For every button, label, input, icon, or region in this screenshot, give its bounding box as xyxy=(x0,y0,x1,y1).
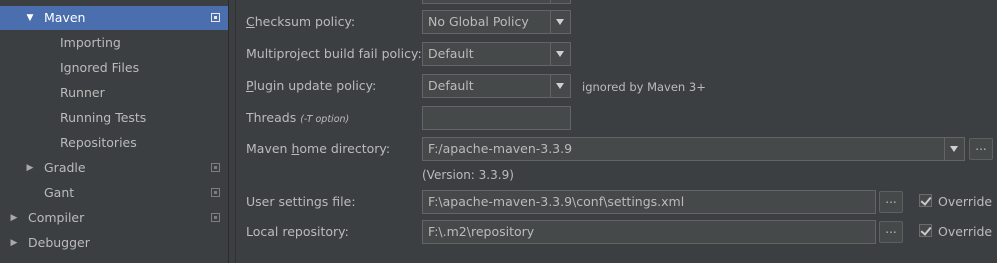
user-settings-label: User settings file: xyxy=(246,194,356,209)
plugin-update-note: ignored by Maven 3+ xyxy=(582,80,706,94)
user-settings-value: F:\apache-maven-3.3.9\conf\settings.xml xyxy=(428,194,685,209)
maven-home-label: Maven home directory: xyxy=(246,141,391,156)
maven-version-text: (Version: 3.3.9) xyxy=(422,168,514,182)
dropdown-arrow-icon[interactable] xyxy=(550,0,570,3)
tree-item-label: Gant xyxy=(44,185,75,200)
tree-item-debugger[interactable]: ▶ Debugger xyxy=(0,231,228,255)
plugin-update-policy-select[interactable]: Default xyxy=(422,74,571,98)
tree-item-label: Ignored Files xyxy=(60,60,140,75)
maven-home-browse-button[interactable]: ... xyxy=(969,138,993,160)
tree-item-label: Compiler xyxy=(28,210,85,225)
multiproject-policy-label: Multiproject build fail policy: xyxy=(246,46,422,61)
tree-item-compiler[interactable]: ▶ Compiler xyxy=(0,206,228,230)
project-level-icon xyxy=(211,163,220,172)
local-repository-label: Local repository: xyxy=(246,224,349,239)
local-repository-override-label[interactable]: Override xyxy=(938,224,992,239)
dropdown-arrow-icon[interactable] xyxy=(550,11,570,33)
tree-item-label: Running Tests xyxy=(60,110,147,125)
tree-item-runner[interactable]: Runner xyxy=(0,81,228,105)
tree-item-label: Gradle xyxy=(44,160,86,175)
multiproject-policy-value: Default xyxy=(428,46,474,61)
maven-home-value: F:/apache-maven-3.3.9 xyxy=(428,141,573,156)
threads-hint: (-T option) xyxy=(300,114,350,125)
expanded-arrow-icon[interactable]: ▼ xyxy=(24,6,36,30)
project-level-icon xyxy=(211,13,220,22)
threads-label: Threads (-T option) xyxy=(246,110,350,125)
user-settings-override-checkbox[interactable] xyxy=(919,194,932,207)
maven-settings-panel: Checksum policy: No Global Policy Multip… xyxy=(236,0,997,263)
tree-item-label: Repositories xyxy=(60,135,137,150)
user-settings-browse-button[interactable]: ... xyxy=(879,191,903,213)
collapsed-arrow-icon[interactable]: ▶ xyxy=(24,156,36,180)
checksum-policy-value: No Global Policy xyxy=(428,14,529,29)
collapsed-arrow-icon[interactable]: ▶ xyxy=(8,231,20,255)
plugin-update-policy-value: Default xyxy=(428,78,474,93)
tree-item-label: Importing xyxy=(60,35,121,50)
tree-item-gant[interactable]: Gant xyxy=(0,181,228,205)
project-level-icon xyxy=(211,188,220,197)
user-settings-override-label[interactable]: Override xyxy=(938,194,992,209)
dropdown-arrow-icon[interactable] xyxy=(944,138,964,160)
threads-input[interactable] xyxy=(422,106,571,130)
multiproject-policy-select[interactable]: Default xyxy=(422,42,571,66)
local-repository-override-checkbox[interactable] xyxy=(919,224,932,237)
dropdown-arrow-icon[interactable] xyxy=(550,43,570,65)
tree-item-maven[interactable]: ▼ Maven xyxy=(0,6,228,30)
clipped-combo[interactable] xyxy=(422,0,571,4)
settings-tree: ▼ Maven Importing Ignored Files Runner R… xyxy=(0,0,228,263)
tree-item-label: Maven xyxy=(44,10,86,25)
dropdown-arrow-icon[interactable] xyxy=(550,75,570,97)
local-repository-value: F:\.m2\repository xyxy=(428,224,535,239)
checksum-policy-select[interactable]: No Global Policy xyxy=(422,10,571,34)
local-repository-input[interactable]: F:\.m2\repository xyxy=(422,220,876,244)
tree-item-gradle[interactable]: ▶ Gradle xyxy=(0,156,228,180)
tree-item-repositories[interactable]: Repositories xyxy=(0,131,228,155)
tree-item-importing[interactable]: Importing xyxy=(0,31,228,55)
tree-item-running-tests[interactable]: Running Tests xyxy=(0,106,228,130)
project-level-icon xyxy=(211,213,220,222)
maven-home-combo[interactable]: F:/apache-maven-3.3.9 xyxy=(422,137,965,161)
local-repository-browse-button[interactable]: ... xyxy=(879,221,903,243)
plugin-update-policy-label: Plugin update policy: xyxy=(246,78,377,93)
tree-item-ignored-files[interactable]: Ignored Files xyxy=(0,56,228,80)
tree-item-label: Runner xyxy=(60,85,105,100)
user-settings-input[interactable]: F:\apache-maven-3.3.9\conf\settings.xml xyxy=(422,190,876,214)
tree-item-label: Debugger xyxy=(28,235,90,250)
splitter[interactable] xyxy=(228,0,236,263)
collapsed-arrow-icon[interactable]: ▶ xyxy=(8,206,20,230)
checksum-policy-label: Checksum policy: xyxy=(246,14,356,29)
